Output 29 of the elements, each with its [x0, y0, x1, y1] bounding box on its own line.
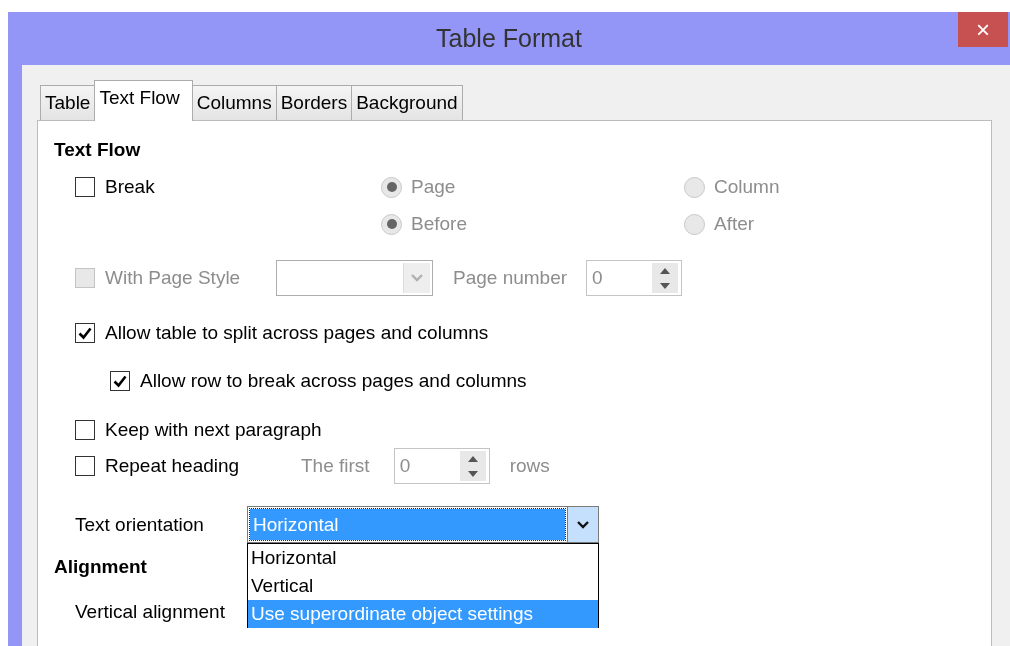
- field-label: Vertical alignment: [75, 601, 225, 623]
- chevron-down-icon[interactable]: [577, 520, 589, 529]
- checkbox-label[interactable]: Repeat heading: [105, 455, 240, 477]
- section-heading: Alignment: [54, 556, 147, 578]
- window-title: Table Format: [436, 24, 582, 53]
- checkbox-label[interactable]: Keep with next paragraph: [105, 419, 322, 441]
- checkbox-label[interactable]: Allow table to split across pages and columns: [105, 322, 489, 344]
- checkbox[interactable]: [75, 177, 95, 197]
- close-button[interactable]: ×: [958, 12, 1008, 47]
- tab[interactable]: Borders: [275, 85, 353, 120]
- section-heading: Text Flow: [54, 139, 141, 161]
- field-label: Text orientation: [75, 513, 205, 536]
- checkbox[interactable]: [75, 323, 95, 343]
- checkbox[interactable]: [75, 456, 95, 476]
- unit-label: rows: [509, 455, 550, 477]
- tab[interactable]: Columns: [191, 85, 277, 120]
- spin-arrows-icon[interactable]: [459, 451, 486, 481]
- spin-arrows-icon[interactable]: [652, 263, 679, 293]
- tab[interactable]: Text Flow: [94, 80, 193, 121]
- dropdown-option[interactable]: Horizontal: [248, 544, 598, 572]
- checkbox[interactable]: [110, 371, 130, 391]
- tab[interactable]: Background: [351, 85, 463, 120]
- field-label: The first: [301, 455, 370, 477]
- tab[interactable]: Table: [40, 85, 96, 120]
- checkbox-label[interactable]: Break: [105, 176, 155, 198]
- dropdown-option[interactable]: Vertical: [248, 572, 598, 600]
- checkbox-label[interactable]: Allow row to break across pages and columns: [140, 370, 527, 392]
- checkbox[interactable]: [75, 420, 95, 440]
- field-label: Page number: [453, 267, 568, 289]
